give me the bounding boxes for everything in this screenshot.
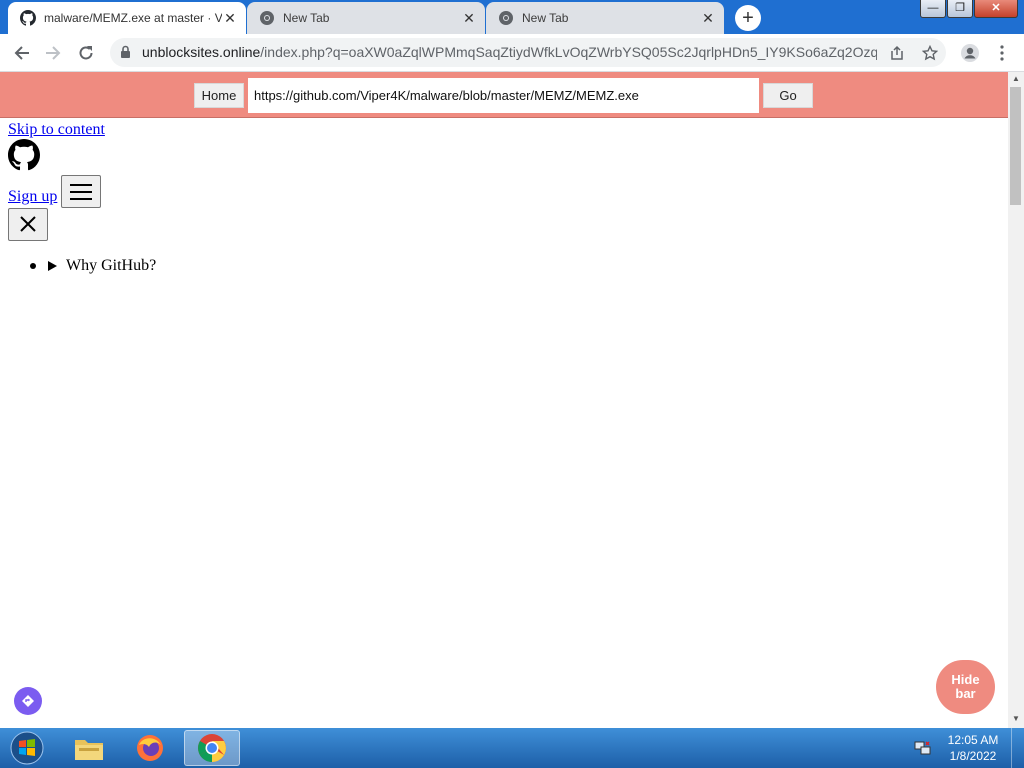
proxy-bar: Home https://github.com/Viper4K/malware/… <box>0 72 1008 118</box>
hamburger-icon <box>70 191 92 193</box>
scroll-down-arrow-icon[interactable]: ▼ <box>1012 714 1020 723</box>
url-path: /index.php?q=oaXW0aZqlWPMmqSaqZtiydWfkLv… <box>260 44 877 60</box>
hide-bar-label: Hide bar <box>951 672 980 701</box>
close-tab-icon[interactable]: ✕ <box>461 10 477 26</box>
close-x-icon <box>20 216 36 232</box>
reload-icon <box>79 46 93 60</box>
hamburger-icon <box>70 198 92 200</box>
browser-toolbar: unblocksites.online/index.php?q=oaXW0aZq… <box>0 34 1024 72</box>
disclosure-triangle-icon <box>48 261 57 271</box>
restore-button[interactable]: ❐ <box>947 0 973 18</box>
close-window-button[interactable]: ✕ <box>974 0 1018 18</box>
show-desktop-button[interactable] <box>1011 728 1024 768</box>
diamond-arrow-icon <box>22 695 34 707</box>
share-icon[interactable] <box>887 43 907 63</box>
address-bar[interactable]: unblocksites.online/index.php?q=oaXW0aZq… <box>110 38 946 67</box>
folder-icon <box>75 740 103 760</box>
why-github-item[interactable]: Why GitHub? <box>30 257 156 275</box>
url-text: unblocksites.online/index.php?q=oaXW0aZq… <box>142 38 877 67</box>
page-scrollbar[interactable]: ▲ ▼ <box>1008 72 1024 728</box>
close-tab-icon[interactable]: ✕ <box>222 10 238 26</box>
minimize-button[interactable]: — <box>920 0 946 18</box>
clock-date: 1/8/2022 <box>949 749 997 763</box>
scroll-up-arrow-icon[interactable]: ▲ <box>1012 74 1020 83</box>
tab-title: malware/MEMZ.exe at master · V <box>44 11 222 25</box>
window-controls: — ❐ ✕ <box>919 0 1018 18</box>
firefox-icon <box>137 735 163 761</box>
windows-taskbar: 12:05 AM 1/8/2022 <box>0 728 1024 768</box>
clock-time: 12:05 AM <box>947 733 999 747</box>
sign-up-link[interactable]: Sign up <box>8 188 57 206</box>
proxy-go-button[interactable]: Go <box>763 83 813 108</box>
forward-arrow-icon <box>46 46 61 60</box>
taskbar-chrome[interactable] <box>184 730 240 766</box>
github-icon <box>20 10 36 26</box>
tab-github[interactable]: malware/MEMZ.exe at master · V ✕ <box>8 2 246 34</box>
hide-bar-button[interactable]: Hide bar <box>936 660 995 714</box>
profile-icon <box>961 44 979 62</box>
tab-new-tab-2[interactable]: New Tab ✕ <box>486 2 724 34</box>
tab-title: New Tab <box>522 11 569 25</box>
kebab-menu-icon <box>1000 45 1004 61</box>
lock-icon <box>121 45 130 58</box>
system-clock[interactable]: 12:05 AM 1/8/2022 <box>940 732 1006 764</box>
chrome-icon <box>260 11 274 25</box>
new-tab-button[interactable]: + <box>735 5 761 31</box>
taskbar-explorer[interactable] <box>61 730 117 766</box>
network-tray-icon[interactable] <box>914 739 932 762</box>
github-logo-icon[interactable] <box>8 139 40 171</box>
tab-strip: malware/MEMZ.exe at master · V ✕ New Tab… <box>0 0 1024 34</box>
proxy-home-button[interactable]: Home <box>194 83 244 108</box>
list-bullet <box>30 263 36 269</box>
hamburger-icon <box>70 184 92 186</box>
back-button[interactable] <box>9 40 35 66</box>
forward-button[interactable] <box>40 40 66 66</box>
tab-title: New Tab <box>283 11 330 25</box>
proxy-url-input[interactable]: https://github.com/Viper4K/malware/blob/… <box>248 78 759 113</box>
close-tab-icon[interactable]: ✕ <box>700 10 716 26</box>
page-content: Home https://github.com/Viper4K/malware/… <box>0 72 1008 728</box>
chrome-icon <box>198 734 226 762</box>
reload-button[interactable] <box>73 40 99 66</box>
profile-button[interactable] <box>957 40 983 66</box>
scrollbar-thumb[interactable] <box>1010 87 1021 205</box>
close-menu-button[interactable] <box>8 208 48 241</box>
taskbar-firefox[interactable] <box>122 730 178 766</box>
chrome-menu-button[interactable] <box>989 40 1015 66</box>
skip-to-content-link[interactable]: Skip to content <box>8 121 105 139</box>
windows-logo-icon <box>10 731 44 765</box>
back-arrow-icon <box>14 46 29 60</box>
menu-toggle-button[interactable] <box>61 175 101 208</box>
tab-new-tab-1[interactable]: New Tab ✕ <box>247 2 485 34</box>
extension-floating-button[interactable] <box>14 687 42 715</box>
bookmark-star-icon[interactable] <box>920 43 940 63</box>
start-button[interactable] <box>4 728 50 768</box>
why-github-label: Why GitHub? <box>66 257 157 274</box>
url-host: unblocksites.online <box>142 44 261 60</box>
chrome-icon <box>499 11 513 25</box>
